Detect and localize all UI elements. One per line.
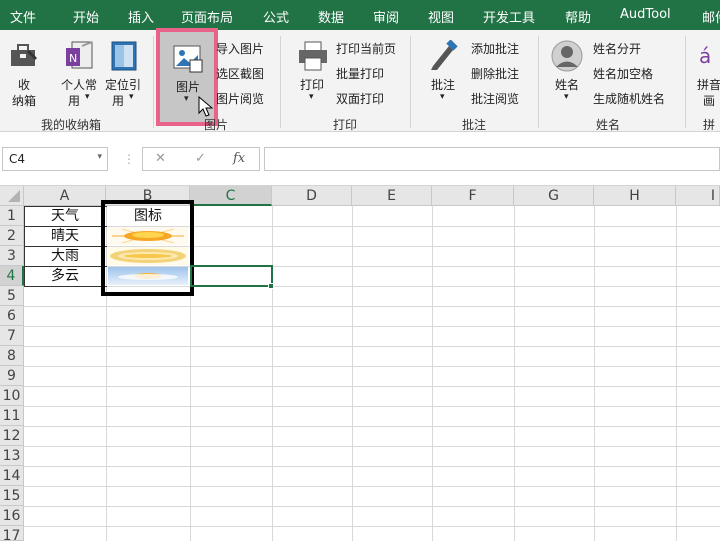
tab-view[interactable]: 视图 xyxy=(428,7,454,26)
delete-comment-button[interactable]: 删除批注 xyxy=(471,65,519,82)
tab-mail[interactable]: 邮件 xyxy=(702,7,720,26)
more-icon: ⋮ xyxy=(123,152,135,166)
row-header-8[interactable]: 8 xyxy=(0,346,24,366)
select-capture-button[interactable]: 选区截图 xyxy=(216,65,264,82)
tab-audtool[interactable]: AudTool xyxy=(620,7,671,22)
ribbon: 收 纳箱 N 个人常 用 ▾ 定位引 用 ▾ 我的收纳箱 图片 ▾ 导入图片 选… xyxy=(0,28,720,132)
col-header-g[interactable]: G xyxy=(514,186,594,206)
row-header-2[interactable]: 2 xyxy=(0,226,24,246)
toolbox-icon xyxy=(11,44,37,66)
formula-input[interactable] xyxy=(264,147,720,171)
chevron-down-icon[interactable]: ▾ xyxy=(97,152,102,162)
name-space-button[interactable]: 姓名加空格 xyxy=(593,65,653,82)
row-header-10[interactable]: 10 xyxy=(0,386,24,406)
tab-home[interactable]: 开始 xyxy=(73,7,99,26)
cancel-icon[interactable]: ✕ xyxy=(155,151,166,166)
row-header-3[interactable]: 3 xyxy=(0,246,24,266)
selected-cell-c4[interactable] xyxy=(190,265,273,287)
person-icon xyxy=(551,40,583,72)
print-current-button[interactable]: 打印当前页 xyxy=(336,40,396,57)
import-picture-button[interactable]: 导入图片 xyxy=(216,40,264,57)
cell-a2[interactable]: 晴天 xyxy=(24,226,106,246)
tab-data[interactable]: 数据 xyxy=(318,7,344,26)
name-group-label: 姓名 xyxy=(596,118,621,132)
fx-icon[interactable]: fx xyxy=(233,151,245,166)
printer-icon xyxy=(299,41,327,71)
print-group-label: 打印 xyxy=(333,118,358,132)
picture-button[interactable]: 图片 ▾ xyxy=(156,28,218,126)
tab-review[interactable]: 审阅 xyxy=(373,7,399,26)
col-header-c[interactable]: C xyxy=(190,186,272,206)
cell-a3[interactable]: 大雨 xyxy=(24,246,106,266)
locate-icon xyxy=(111,41,137,71)
row-header-16[interactable]: 16 xyxy=(0,506,24,526)
pinyin-icon: á xyxy=(699,44,712,68)
tab-insert[interactable]: 插入 xyxy=(128,7,154,26)
batch-print-button[interactable]: 批量打印 xyxy=(336,65,384,82)
toolbox-group-label: 我的收纳箱 xyxy=(41,118,102,132)
col-header-i[interactable]: I xyxy=(676,186,720,206)
spreadsheet-grid: A B C D E F G H I 1 2 3 4 5 6 7 8 9 10 1… xyxy=(0,186,720,541)
picture-group-label: 图片 xyxy=(204,118,229,132)
pinyin-group-label: 拼 xyxy=(703,118,716,132)
notebook-icon: N xyxy=(66,41,93,69)
enter-icon[interactable]: ✓ xyxy=(195,151,206,166)
row-header-1[interactable]: 1 xyxy=(0,206,24,226)
browse-comment-button[interactable]: 批注阅览 xyxy=(471,90,519,107)
pen-comment-icon xyxy=(431,40,458,70)
select-all-corner[interactable] xyxy=(0,186,24,206)
add-comment-button[interactable]: 添加批注 xyxy=(471,40,519,57)
row-header-5[interactable]: 5 xyxy=(0,286,24,306)
formula-bar: C4 ▾ ⋮ ✕ ✓ fx xyxy=(0,132,720,186)
row-header-17[interactable]: 17 xyxy=(0,526,24,541)
row-header-13[interactable]: 13 xyxy=(0,446,24,466)
col-header-a[interactable]: A xyxy=(24,186,106,206)
cell-a1[interactable]: 天气 xyxy=(24,206,106,226)
picture-browse-button[interactable]: 图片阅览 xyxy=(216,90,264,107)
comment-group-label: 批注 xyxy=(462,118,487,132)
row-header-14[interactable]: 14 xyxy=(0,466,24,486)
name-box[interactable]: C4 ▾ xyxy=(2,147,108,171)
row-header-15[interactable]: 15 xyxy=(0,486,24,506)
duplex-print-button[interactable]: 双面打印 xyxy=(336,90,384,107)
fill-handle[interactable] xyxy=(268,283,274,289)
highlight-box-b xyxy=(101,200,194,296)
row-header-11[interactable]: 11 xyxy=(0,406,24,426)
col-header-d[interactable]: D xyxy=(272,186,352,206)
split-name-button[interactable]: 姓名分开 xyxy=(593,40,641,57)
row-header-9[interactable]: 9 xyxy=(0,366,24,386)
row-header-7[interactable]: 7 xyxy=(0,326,24,346)
random-name-button[interactable]: 生成随机姓名 xyxy=(593,90,665,107)
cell-a4[interactable]: 多云 xyxy=(24,266,106,286)
cursor-icon xyxy=(198,96,214,117)
tab-help[interactable]: 帮助 xyxy=(565,7,591,26)
col-header-h[interactable]: H xyxy=(594,186,676,206)
row-header-12[interactable]: 12 xyxy=(0,426,24,446)
tab-page-layout[interactable]: 页面布局 xyxy=(181,7,233,26)
tab-file[interactable]: 文件 xyxy=(10,7,36,26)
menu-bar: 文件 开始 插入 页面布局 公式 数据 审阅 视图 开发工具 帮助 AudToo… xyxy=(0,0,720,30)
tab-formulas[interactable]: 公式 xyxy=(263,7,289,26)
col-header-e[interactable]: E xyxy=(352,186,432,206)
picture-icon xyxy=(173,45,203,73)
tab-developer[interactable]: 开发工具 xyxy=(483,7,535,26)
row-header-4[interactable]: 4 xyxy=(0,266,24,286)
col-header-f[interactable]: F xyxy=(432,186,514,206)
svg-text:N: N xyxy=(69,52,77,65)
row-header-6[interactable]: 6 xyxy=(0,306,24,326)
